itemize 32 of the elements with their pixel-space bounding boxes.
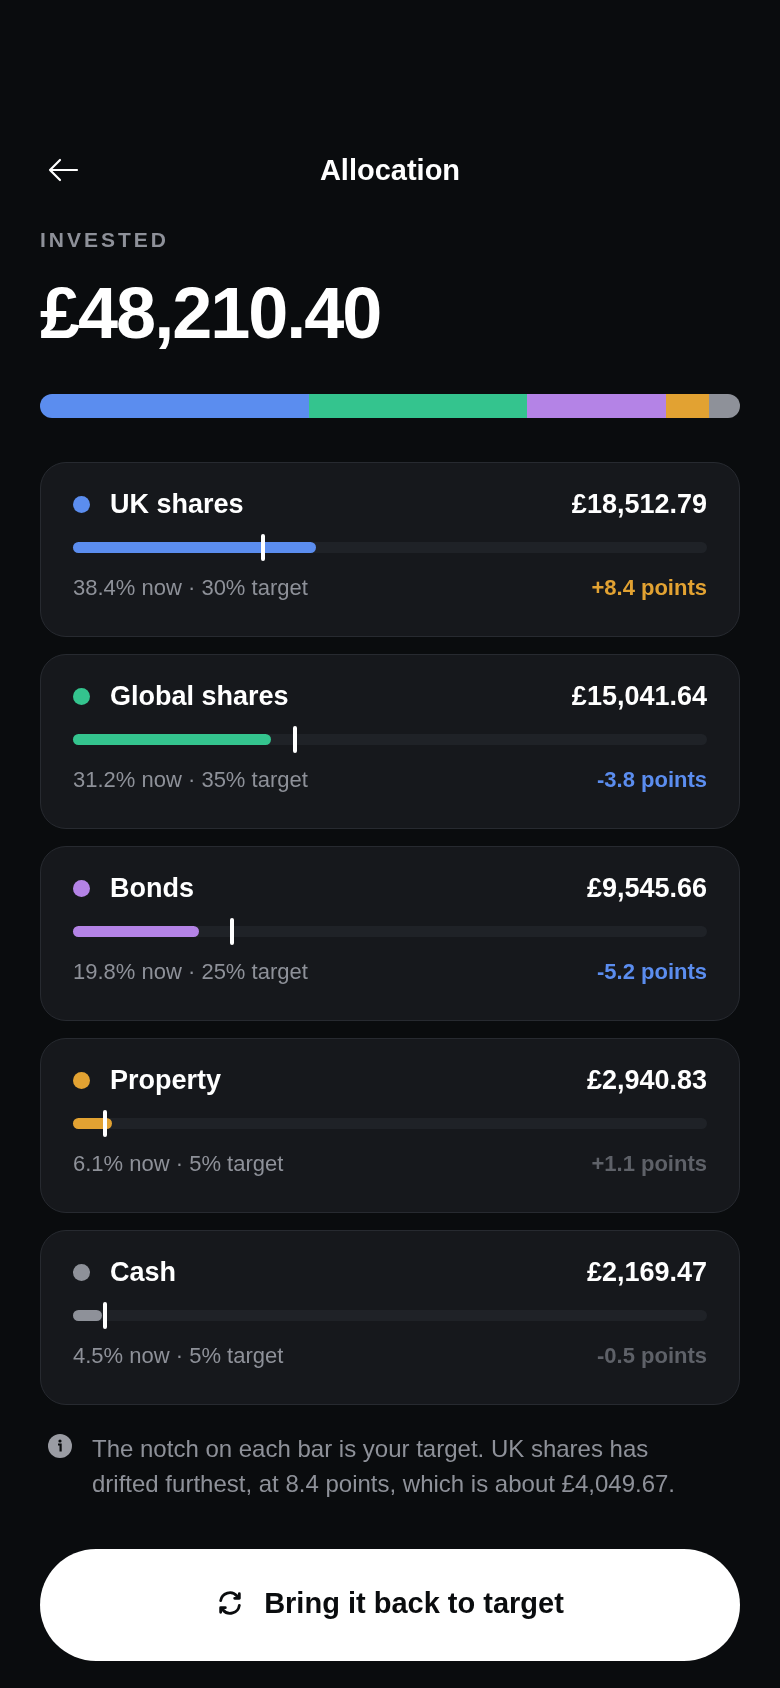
back-arrow-icon[interactable] <box>47 158 79 182</box>
drift-points: -3.8 points <box>597 767 707 793</box>
asset-name: UK shares <box>110 489 245 520</box>
asset-amount: £9,545.66 <box>586 873 707 904</box>
drift-points: -5.2 points <box>597 959 707 985</box>
asset-card[interactable]: Bonds £9,545.66 19.8% now · 25% target -5.2 points <box>40 846 740 1021</box>
asset-name: Global shares <box>110 681 290 712</box>
rebalance-button[interactable]: Bring it back to target <box>40 1549 740 1661</box>
asset-amount: £18,512.79 <box>571 489 707 520</box>
asset-amount: £15,041.64 <box>571 681 707 712</box>
allocation-detail: 19.8% now · 25% target <box>73 959 308 985</box>
drift-points: +8.4 points <box>591 575 707 601</box>
note-text: The notch on each bar is your target. UK shares has drifted furthest, at 8.4 points, which is about £4,049.67. <box>92 1434 677 1499</box>
screen-title: Allocation <box>319 153 461 187</box>
asset-card[interactable]: Property £2,940.83 6.1% now · 5% target +1.1 points <box>40 1038 740 1213</box>
asset-amount: £2,940.83 <box>586 1065 707 1096</box>
asset-amount: £2,169.47 <box>586 1257 707 1288</box>
asset-card[interactable]: UK shares £18,512.79 38.4% now · 30% target +8.4 points <box>40 462 740 637</box>
asset-name: Cash <box>110 1257 178 1288</box>
asset-card[interactable]: Cash £2,169.47 4.5% now · 5% target -0.5 points <box>40 1230 740 1405</box>
allocation-detail: 31.2% now · 35% target <box>73 767 308 793</box>
drift-points: +1.1 points <box>591 1151 707 1177</box>
drift-points: -0.5 points <box>597 1343 707 1369</box>
allocation-detail: 38.4% now · 30% target <box>73 575 308 601</box>
invested-amount: £48,210.40 <box>40 272 382 355</box>
invested-label: INVESTED <box>40 228 171 252</box>
asset-name: Property <box>110 1065 223 1096</box>
info-icon <box>48 1434 72 1458</box>
asset-name: Bonds <box>110 873 195 904</box>
allocation-detail: 4.5% now · 5% target <box>73 1343 284 1369</box>
allocation-detail: 6.1% now · 5% target <box>73 1151 284 1177</box>
asset-card[interactable]: Global shares £15,041.64 31.2% now · 35% target -3.8 points <box>40 654 740 829</box>
